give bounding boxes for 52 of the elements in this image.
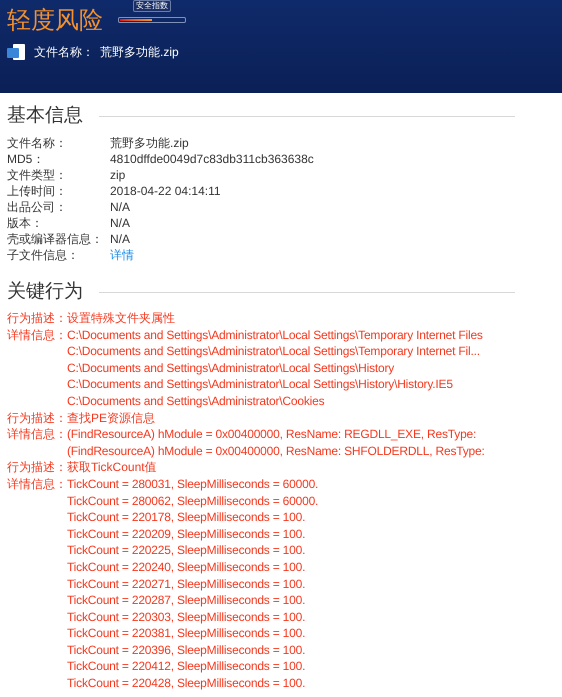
- info-label: 文件名称：: [7, 135, 68, 151]
- detail-line: TickCount = 220287, SleepMilliseconds = 100.: [67, 592, 306, 609]
- info-value: 荒野多功能.zip: [110, 135, 189, 151]
- info-label: 文件类型：: [7, 167, 68, 183]
- detail-line: C:\Documents and Settings\Administrator\Local Settings\Temporary Internet Fil...: [67, 343, 481, 360]
- detail-line: TickCount = 220428, SleepMilliseconds = 100.: [67, 675, 306, 692]
- behavior-label: 行为描述：: [7, 459, 67, 476]
- info-value: zip: [110, 167, 126, 183]
- detail-line: TickCount = 220240, SleepMilliseconds = 100.: [67, 558, 306, 576]
- detail-line: C:\Documents and Settings\Administrator\Local Settings\Temporary Internet Files: [67, 326, 483, 344]
- detail-line: TickCount = 280062, SleepMilliseconds = 60000.: [67, 492, 318, 510]
- info-value: 4810dffde0049d7c83db311cb363638c: [110, 151, 314, 167]
- detail-line: (FindResourceA) hModule = 0x00400000, ResName: REGDLL_EXE, ResType:: [67, 426, 478, 443]
- file-name: 荒野多功能.zip: [100, 44, 179, 61]
- behavior-label: 行为描述：: [7, 410, 67, 426]
- detail-line: TickCount = 220412, SleepMilliseconds = 100.: [67, 658, 306, 676]
- detail-line: TickCount = 220381, SleepMilliseconds = 100.: [67, 625, 306, 642]
- behavior-description: 设置特殊文件夹属性: [67, 310, 175, 327]
- behavior-description: 获取TickCount值: [67, 459, 157, 476]
- detail-line: C:\Documents and Settings\Administrator\Local Settings\History\History.IE5: [67, 376, 454, 393]
- detail-line: (FindResourceA) hModule = 0x00400000, ResName: SHFOLDERDLL, ResType:: [67, 442, 485, 460]
- detail-line: TickCount = 220271, SleepMilliseconds = 100.: [67, 576, 306, 592]
- section-heading: 基本信息: [7, 104, 83, 128]
- info-label: 出品公司：: [7, 199, 68, 215]
- gauge-tooltip: 安全指数: [133, 0, 171, 12]
- info-label: 版本：: [7, 215, 44, 231]
- safety-gauge: [118, 17, 186, 23]
- section-heading: 关键行为: [7, 280, 83, 304]
- detail-label: 详情信息：: [7, 476, 67, 493]
- detail-line: TickCount = 220303, SleepMilliseconds = 100.: [67, 608, 306, 626]
- info-label: 子文件信息：: [7, 247, 80, 263]
- detail-line: TickCount = 280031, SleepMilliseconds = 60000.: [67, 476, 318, 493]
- info-value: N/A: [110, 231, 130, 247]
- behavior-description: 查找PE资源信息: [67, 410, 156, 426]
- info-label: 壳或编译器信息：: [7, 231, 104, 247]
- info-value: 2018-04-22 04:14:11: [110, 183, 221, 199]
- detail-label: 详情信息：: [7, 426, 67, 443]
- details-link[interactable]: 详情: [110, 247, 134, 263]
- detail-line: TickCount = 220178, SleepMilliseconds = 100.: [67, 509, 306, 526]
- detail-line: TickCount = 220396, SleepMilliseconds = 100.: [67, 642, 306, 658]
- detail-line: TickCount = 220209, SleepMilliseconds = 100.: [67, 526, 306, 542]
- info-value: N/A: [110, 199, 130, 215]
- detail-line: C:\Documents and Settings\Administrator\Local Settings\History: [67, 360, 396, 376]
- detail-label: 详情信息：: [7, 326, 67, 344]
- info-value: N/A: [110, 215, 130, 231]
- risk-title: 轻度风险: [7, 6, 103, 36]
- info-label: MD5：: [7, 151, 46, 167]
- detail-line: C:\Documents and Settings\Administrator\Cookies: [67, 392, 326, 410]
- detail-line: TickCount = 220225, SleepMilliseconds = 100.: [67, 542, 306, 559]
- info-label: 上传时间：: [7, 183, 68, 199]
- behavior-label: 行为描述：: [7, 310, 67, 327]
- file-name-label: 文件名称：: [34, 44, 94, 61]
